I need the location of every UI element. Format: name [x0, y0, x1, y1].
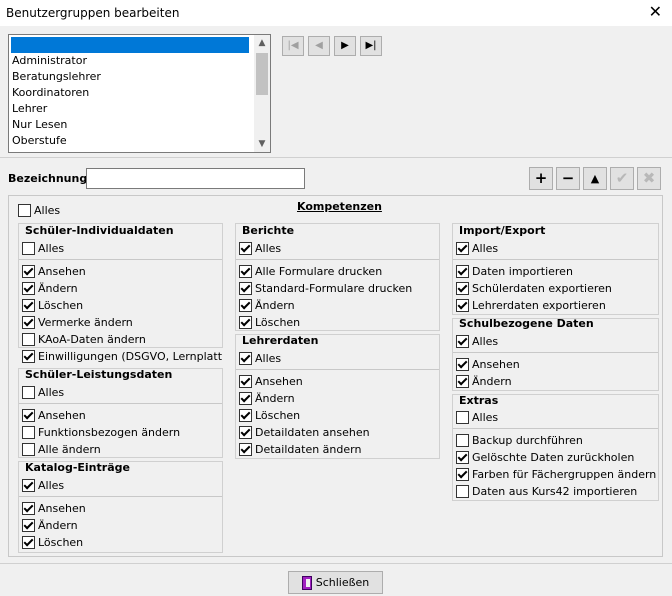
checkbox-ansehen[interactable]: Ansehen [22, 407, 86, 423]
checkbox-alles[interactable]: Alles [239, 350, 281, 366]
group-title: Schulbezogene Daten [459, 317, 594, 330]
checkbox-ansehen[interactable]: Ansehen [456, 356, 520, 372]
checkbox-funktionsbezogen[interactable]: Funktionsbezogen ändern [22, 424, 180, 440]
close-window-icon[interactable]: ✕ [649, 3, 662, 21]
move-up-button[interactable]: ▲ [583, 167, 607, 190]
bezeichnung-label: Bezeichnung [8, 172, 88, 185]
checkbox-kurs42[interactable]: Daten aus Kurs42 importieren [456, 483, 637, 499]
checkbox-aendern[interactable]: Ändern [22, 517, 78, 533]
checkbox-loeschen[interactable]: Löschen [22, 297, 83, 313]
kompetenzen-title: Kompetenzen [297, 200, 382, 213]
checkbox-alles[interactable]: Alles [456, 333, 498, 349]
checkbox-alles[interactable]: Alles [22, 477, 64, 493]
checkbox-box[interactable] [18, 203, 31, 217]
checkbox-ansehen[interactable]: Ansehen [22, 263, 86, 279]
checkbox-standard-formulare[interactable]: Standard-Formulare drucken [239, 280, 412, 296]
title-bar: Benutzergruppen bearbeiten ✕ [0, 0, 672, 26]
checkbox-ansehen[interactable]: Ansehen [22, 500, 86, 516]
checkbox-aendern[interactable]: Ändern [456, 373, 512, 389]
checkbox-farben[interactable]: Farben für Fächergruppen ändern [456, 466, 656, 482]
alles-global-checkbox[interactable]: Alles [18, 202, 60, 218]
checkbox-aendern[interactable]: Ändern [239, 390, 295, 406]
scroll-down-icon[interactable]: ▼ [254, 136, 270, 152]
add-button[interactable]: + [529, 167, 553, 190]
checkbox-loeschen[interactable]: Löschen [22, 534, 83, 550]
checkbox-alle-formulare[interactable]: Alle Formulare drucken [239, 263, 382, 279]
window-title: Benutzergruppen bearbeiten [6, 6, 180, 20]
confirm-button[interactable]: ✔ [610, 167, 634, 190]
bezeichnung-input[interactable] [86, 168, 305, 189]
door-icon [301, 575, 312, 590]
group-title: Import/Export [459, 224, 546, 237]
list-item-beratungslehrer[interactable]: Beratungslehrer [11, 69, 101, 85]
list-item-administrator[interactable]: Administrator [11, 53, 87, 69]
group-title: Extras [459, 394, 499, 407]
nav-prev-button[interactable]: ◀ [308, 36, 330, 56]
nav-next-button[interactable]: ▶ [334, 36, 356, 56]
divider [0, 563, 672, 564]
group-title: Katalog-Einträge [25, 461, 130, 474]
checkbox-ansehen[interactable]: Ansehen [239, 373, 303, 389]
divider [0, 157, 672, 158]
checkbox-loeschen[interactable]: Löschen [239, 314, 300, 330]
checkbox-backup[interactable]: Backup durchführen [456, 432, 583, 448]
group-title: Lehrerdaten [242, 334, 319, 347]
scroll-thumb[interactable] [256, 53, 268, 95]
checkbox-vermerke[interactable]: Vermerke ändern [22, 314, 133, 330]
checkbox-aendern[interactable]: Ändern [22, 280, 78, 296]
checkbox-einwilligungen[interactable]: Einwilligungen (DSGVO, Lernplattforme [22, 348, 222, 364]
list-item-selected[interactable] [11, 37, 249, 53]
checkbox-detaildaten-ansehen[interactable]: Detaildaten ansehen [239, 424, 370, 440]
checkbox-alles[interactable]: Alles [456, 240, 498, 256]
checkbox-alles[interactable]: Alles [22, 384, 64, 400]
checkbox-kaoa[interactable]: KAoA-Daten ändern [22, 331, 146, 347]
checkbox-schuelerdaten-exportieren[interactable]: Schülerdaten exportieren [456, 280, 612, 296]
checkbox-daten-importieren[interactable]: Daten importieren [456, 263, 573, 279]
close-button-label: Schließen [315, 576, 370, 589]
checkbox-alles[interactable]: Alles [239, 240, 281, 256]
checkbox-alles[interactable]: Alles [22, 240, 64, 256]
groups-listbox[interactable]: Administrator Beratungslehrer Koordinato… [8, 34, 271, 153]
checkbox-lehrerdaten-exportieren[interactable]: Lehrerdaten exportieren [456, 297, 606, 313]
checkbox-detaildaten-aendern[interactable]: Detaildaten ändern [239, 441, 361, 457]
group-title: Berichte [242, 224, 295, 237]
list-scrollbar[interactable]: ▲ ▼ [254, 35, 270, 152]
group-title: Schüler-Individualdaten [25, 224, 174, 237]
checkbox-loeschen[interactable]: Löschen [239, 407, 300, 423]
nav-last-button[interactable]: ▶| [360, 36, 382, 56]
cancel-button[interactable]: ✖ [637, 167, 661, 190]
checkbox-alle-aendern[interactable]: Alle ändern [22, 441, 101, 457]
remove-button[interactable]: − [556, 167, 580, 190]
checkbox-alles[interactable]: Alles [456, 409, 498, 425]
nav-first-button[interactable]: |◀ [282, 36, 304, 56]
group-title: Schüler-Leistungsdaten [25, 368, 173, 381]
scroll-up-icon[interactable]: ▲ [254, 35, 270, 51]
list-item-oberstufe[interactable]: Oberstufe [11, 133, 67, 149]
checkbox-geloeschte-daten[interactable]: Gelöschte Daten zurückholen [456, 449, 634, 465]
list-item-lehrer[interactable]: Lehrer [11, 101, 47, 117]
close-button[interactable]: Schließen [288, 571, 383, 594]
list-item-koordinatoren[interactable]: Koordinatoren [11, 85, 89, 101]
checkbox-aendern[interactable]: Ändern [239, 297, 295, 313]
list-item-nur-lesen[interactable]: Nur Lesen [11, 117, 67, 133]
